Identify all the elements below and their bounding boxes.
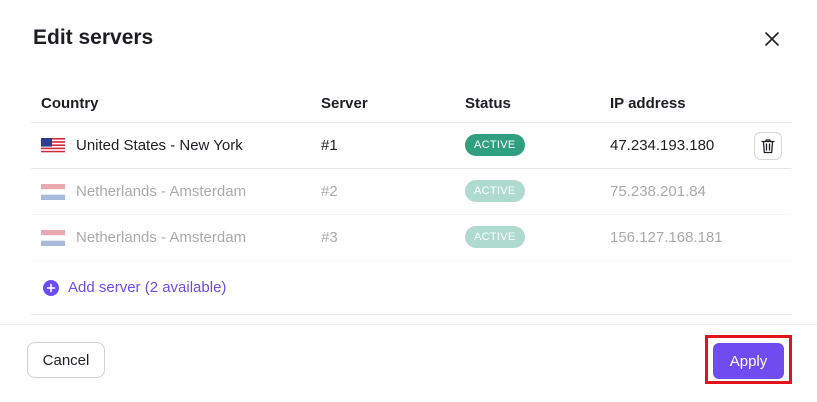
table-row: United States - New York #1 ACTIVE 47.23…	[31, 123, 791, 169]
plus-circle-icon	[43, 279, 59, 296]
country-name: Netherlands - Amsterdam	[76, 229, 247, 246]
country-name: United States - New York	[76, 137, 243, 154]
nl-flag-icon	[41, 229, 65, 246]
close-button[interactable]	[760, 27, 784, 51]
country-name: Netherlands - Amsterdam	[76, 183, 247, 200]
table-row: Netherlands - Amsterdam #3 ACTIVE 156.12…	[31, 215, 791, 261]
status-cell: ACTIVE	[465, 134, 525, 156]
ip-address: 156.127.168.181	[610, 229, 723, 246]
country-cell: Netherlands - Amsterdam	[41, 183, 246, 200]
ip-address: 75.238.201.84	[610, 183, 706, 200]
server-number: #1	[321, 137, 338, 154]
us-flag-icon	[41, 137, 65, 154]
add-server-label: Add server (2 available)	[68, 279, 227, 296]
server-number: #3	[321, 229, 338, 246]
status-badge: ACTIVE	[465, 226, 525, 248]
nl-flag-icon	[41, 183, 65, 200]
close-icon	[765, 32, 779, 46]
status-badge: ACTIVE	[465, 180, 525, 202]
servers-table: Country Server Status IP address United …	[31, 80, 791, 315]
dialog-title: Edit servers	[33, 26, 154, 49]
status-cell: ACTIVE	[465, 180, 525, 202]
server-number: #2	[321, 183, 338, 200]
add-server-link[interactable]: Add server (2 available)	[43, 279, 226, 296]
trash-icon	[761, 139, 775, 154]
header-ip-address: IP address	[610, 95, 686, 112]
cancel-button[interactable]: Cancel	[27, 342, 105, 378]
delete-server-button[interactable]	[754, 132, 782, 160]
country-cell: Netherlands - Amsterdam	[41, 229, 246, 246]
status-badge: ACTIVE	[465, 134, 525, 156]
header-server: Server	[321, 95, 368, 112]
apply-button[interactable]: Apply	[713, 343, 784, 379]
header-country: Country	[41, 95, 99, 112]
country-cell: United States - New York	[41, 137, 243, 154]
footer-divider	[0, 324, 817, 325]
edit-servers-dialog: Edit servers Country Server Status IP ad…	[0, 0, 817, 402]
ip-address: 47.234.193.180	[610, 137, 715, 154]
table-row: Netherlands - Amsterdam #2 ACTIVE 75.238…	[31, 169, 791, 215]
header-status: Status	[465, 95, 511, 112]
add-server-row: Add server (2 available)	[31, 261, 791, 315]
status-cell: ACTIVE	[465, 226, 525, 248]
table-header: Country Server Status IP address	[31, 80, 791, 123]
